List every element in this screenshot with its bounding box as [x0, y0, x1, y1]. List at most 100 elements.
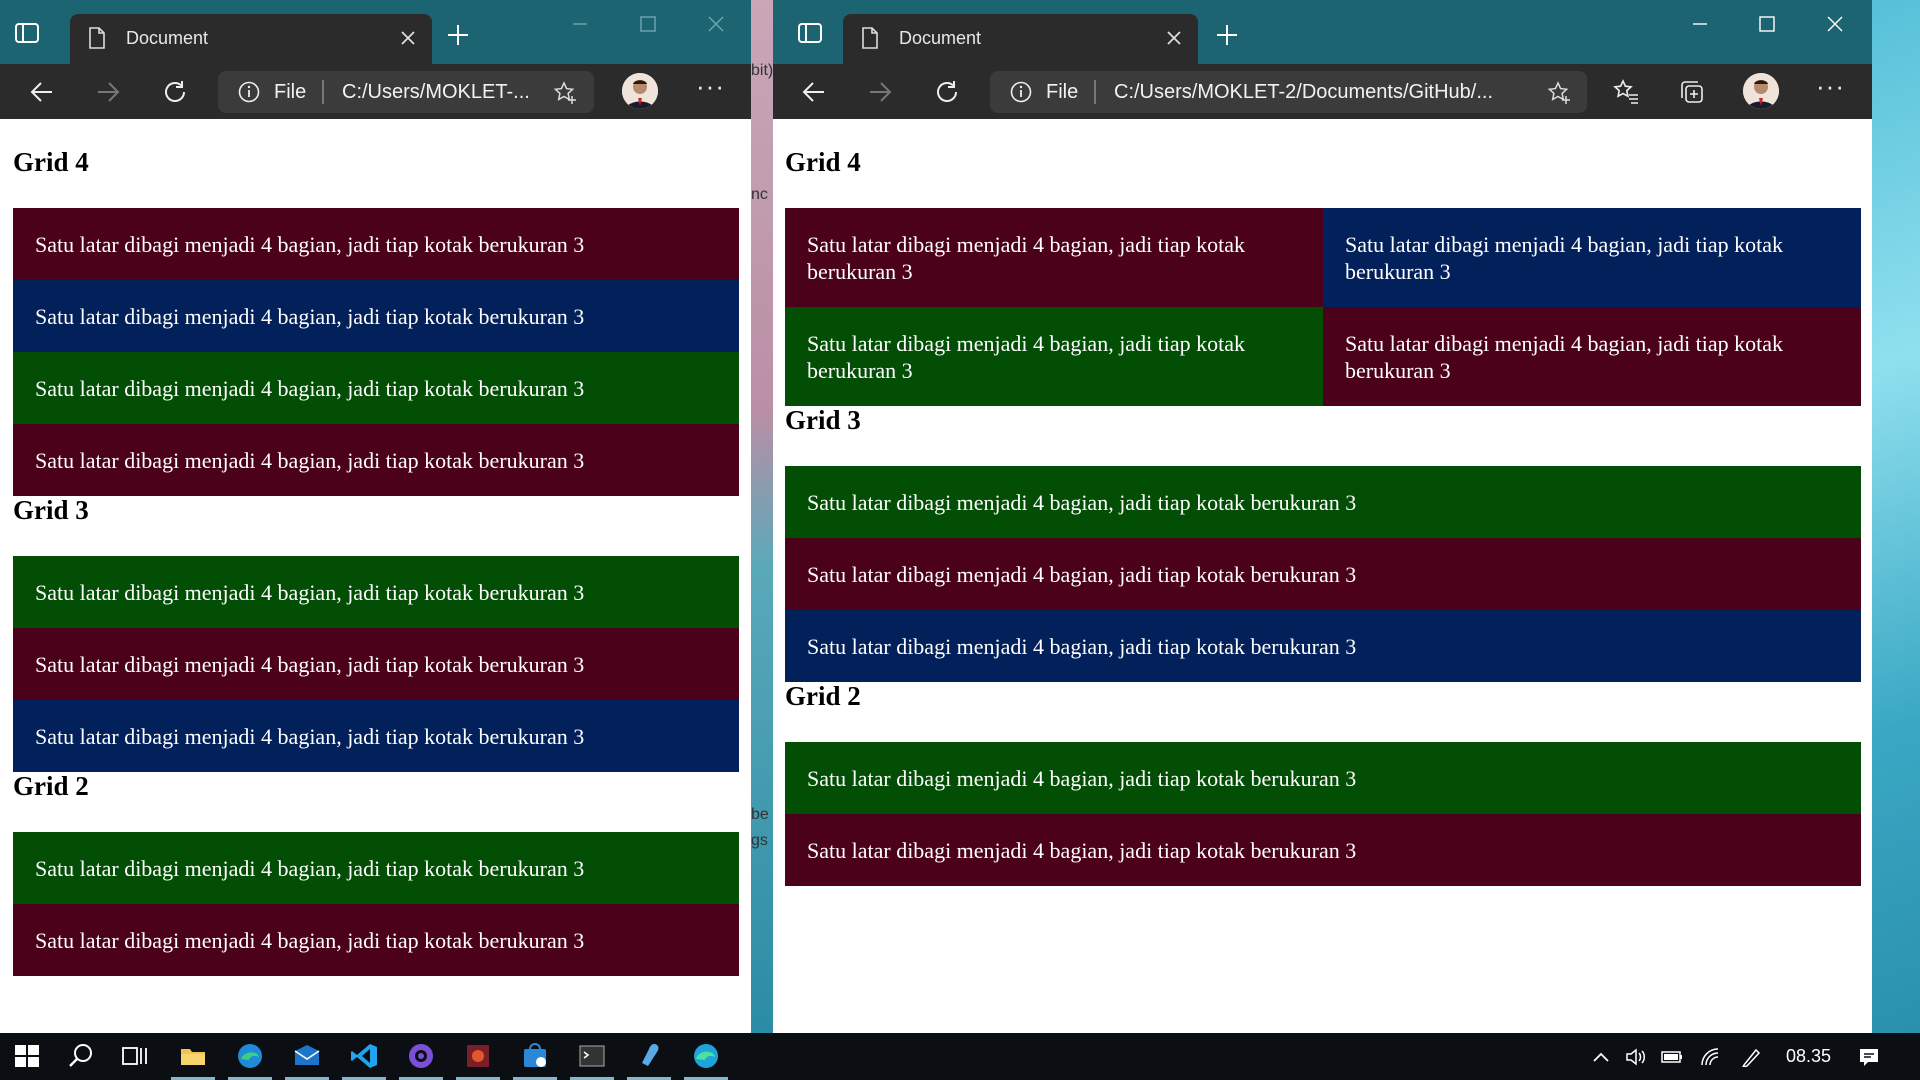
grid-box: Satu latar dibagi menjadi 4 bagian, jadi… [13, 556, 739, 628]
grid-box: Satu latar dibagi menjadi 4 bagian, jadi… [1323, 307, 1861, 406]
forward-icon[interactable] [866, 78, 894, 106]
collections-icon[interactable] [1678, 78, 1706, 106]
desktop-wallpaper-edge [1872, 0, 1920, 1033]
grid-box: Satu latar dibagi menjadi 4 bagian, jadi… [13, 832, 739, 904]
clock[interactable]: 08.35 [1786, 1046, 1831, 1067]
address-scheme: File [274, 81, 307, 103]
grid-box: Satu latar dibagi menjadi 4 bagian, jadi… [785, 208, 1323, 307]
profile-avatar[interactable] [622, 73, 658, 109]
favorites-icon[interactable] [1612, 78, 1640, 106]
section-heading: Grid 2 [13, 771, 89, 801]
grid-box: Satu latar dibagi menjadi 4 bagian, jadi… [785, 307, 1323, 406]
minimize-icon[interactable] [1688, 12, 1712, 36]
grid-box: Satu latar dibagi menjadi 4 bagian, jadi… [13, 424, 739, 496]
address-scheme: File [1046, 81, 1079, 103]
profile-photo-icon [1743, 73, 1779, 109]
section-heading: Grid 4 [13, 147, 89, 177]
close-window-icon[interactable] [704, 12, 728, 36]
battery-icon[interactable] [1661, 1047, 1683, 1067]
add-favorite-icon[interactable] [1546, 80, 1572, 106]
notification-icon[interactable] [1858, 1047, 1880, 1067]
grid-box: Satu latar dibagi menjadi 4 bagian, jadi… [785, 538, 1861, 610]
new-tab-icon[interactable] [447, 24, 469, 46]
close-tab-icon[interactable] [1164, 28, 1184, 48]
left-browser-window: Document File C:/Users/MOKLET-... ··· Gr… [0, 0, 751, 1033]
right-browser-window: Document File C:/Users/MOKLET-2/Document… [773, 0, 1872, 1033]
section-heading: Grid 3 [13, 495, 89, 525]
grid-box: Satu latar dibagi menjadi 4 bagian, jadi… [13, 352, 739, 424]
tab-title: Document [126, 28, 209, 48]
volume-icon[interactable] [1625, 1047, 1647, 1067]
tab-title: Document [899, 28, 982, 48]
browser-tab[interactable]: Document [843, 14, 1198, 64]
app-red-icon[interactable] [463, 1041, 493, 1071]
grid-box: Satu latar dibagi menjadi 4 bagian, jadi… [785, 814, 1861, 886]
site-info-icon[interactable] [1010, 81, 1032, 103]
grid-box: Satu latar dibagi menjadi 4 bagian, jadi… [785, 466, 1861, 538]
mail-icon[interactable] [292, 1041, 322, 1071]
more-menu-icon[interactable]: ··· [1816, 73, 1844, 104]
maximize-icon[interactable] [636, 12, 660, 36]
background-text: nc [751, 186, 768, 203]
navigation-toolbar: File C:/Users/MOKLET-2/Documents/GitHub/… [773, 64, 1872, 119]
background-text: gs [751, 832, 768, 849]
forward-icon[interactable] [94, 78, 122, 106]
page-content: Grid 4 Satu latar dibagi menjadi 4 bagian… [773, 119, 1872, 1033]
pen-icon[interactable] [1740, 1047, 1762, 1067]
more-menu-icon[interactable]: ··· [696, 73, 724, 104]
vscode-icon[interactable] [349, 1041, 379, 1071]
close-window-icon[interactable] [1823, 12, 1847, 36]
title-bar: Document [0, 0, 751, 64]
grid-box: Satu latar dibagi menjadi 4 bagian, jadi… [13, 700, 739, 772]
address-bar[interactable]: File C:/Users/MOKLET-... [218, 71, 594, 113]
title-bar: Document [773, 0, 1872, 64]
document-icon [89, 27, 105, 49]
refresh-icon[interactable] [933, 78, 961, 106]
edge-dev-icon[interactable] [235, 1041, 265, 1071]
background-window-strip: bit) nc be gs [750, 0, 773, 1033]
maximize-icon[interactable] [1755, 12, 1779, 36]
address-url[interactable]: C:/Users/MOKLET-2/Documents/GitHub/... [1114, 81, 1524, 104]
section-heading: Grid 3 [785, 405, 861, 435]
taskbar: 08.35 [0, 1033, 1920, 1080]
address-bar[interactable]: File C:/Users/MOKLET-2/Documents/GitHub/… [990, 71, 1587, 113]
github-desktop-icon[interactable] [406, 1041, 436, 1071]
background-text: bit) [751, 62, 773, 79]
paint-icon[interactable] [634, 1041, 664, 1071]
file-explorer-icon[interactable] [178, 1041, 208, 1071]
section-heading: Grid 2 [785, 681, 861, 711]
browser-tab[interactable]: Document [70, 14, 432, 64]
edge-icon[interactable] [691, 1041, 721, 1071]
document-icon [862, 27, 878, 49]
site-info-icon[interactable] [238, 81, 260, 103]
back-icon[interactable] [28, 78, 56, 106]
chevron-up-icon[interactable] [1590, 1047, 1612, 1067]
grid-box: Satu latar dibagi menjadi 4 bagian, jadi… [1323, 208, 1861, 307]
grid-box: Satu latar dibagi menjadi 4 bagian, jadi… [785, 610, 1861, 682]
profile-avatar[interactable] [1743, 73, 1779, 109]
address-separator [1094, 80, 1096, 104]
back-icon[interactable] [800, 78, 828, 106]
page-content: Grid 4 Satu latar dibagi menjadi 4 bagian… [0, 119, 751, 1033]
address-url[interactable]: C:/Users/MOKLET-... [342, 81, 542, 104]
search-icon[interactable] [66, 1041, 96, 1071]
terminal-icon[interactable] [577, 1041, 607, 1071]
profile-photo-icon [622, 73, 658, 109]
add-favorite-icon[interactable] [552, 80, 578, 106]
minimize-icon[interactable] [568, 12, 592, 36]
tab-actions-icon[interactable] [797, 22, 823, 44]
windows-start-icon[interactable] [12, 1041, 42, 1071]
grid-box: Satu latar dibagi menjadi 4 bagian, jadi… [13, 280, 739, 352]
new-tab-icon[interactable] [1216, 24, 1238, 46]
grid-box: Satu latar dibagi menjadi 4 bagian, jadi… [13, 208, 739, 280]
grid-box: Satu latar dibagi menjadi 4 bagian, jadi… [13, 628, 739, 700]
task-view-icon[interactable] [120, 1041, 150, 1071]
address-separator [322, 80, 324, 104]
wifi-icon[interactable] [1700, 1047, 1722, 1067]
section-heading: Grid 4 [785, 147, 861, 177]
tab-actions-icon[interactable] [14, 22, 40, 44]
grid-box: Satu latar dibagi menjadi 4 bagian, jadi… [13, 904, 739, 976]
refresh-icon[interactable] [161, 78, 189, 106]
store-icon[interactable] [520, 1041, 550, 1071]
close-tab-icon[interactable] [398, 28, 418, 48]
